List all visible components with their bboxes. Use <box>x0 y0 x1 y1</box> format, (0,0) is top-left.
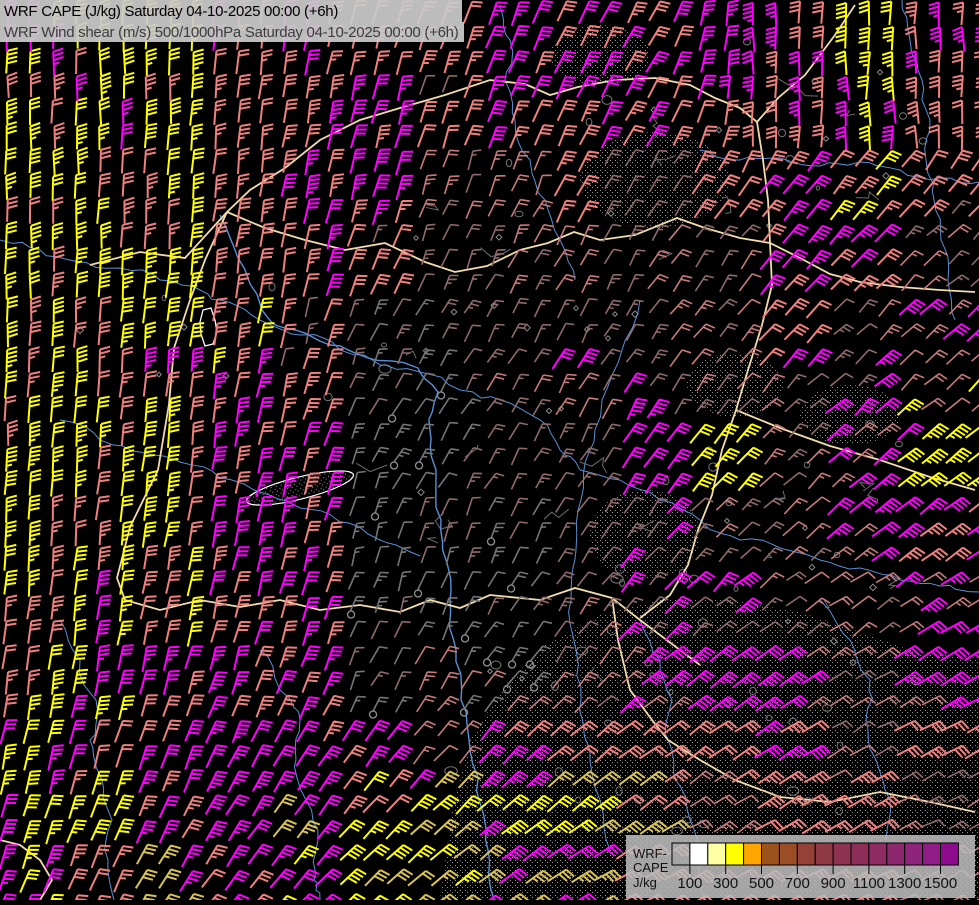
svg-text:700: 700 <box>785 875 810 892</box>
svg-text:WRF CAPE (J/kg) Saturday 04-10: WRF CAPE (J/kg) Saturday 04-10-2025 00:0… <box>4 3 338 20</box>
svg-text:1300: 1300 <box>888 875 921 892</box>
svg-text:WRF-: WRF- <box>633 846 667 861</box>
svg-text:WRF Wind shear (m/s) 500/1000h: WRF Wind shear (m/s) 500/1000hPa Saturda… <box>4 24 459 41</box>
svg-text:1500: 1500 <box>924 875 957 892</box>
svg-text:100: 100 <box>677 875 702 892</box>
svg-text:300: 300 <box>713 875 738 892</box>
svg-text:900: 900 <box>821 875 846 892</box>
svg-text:CAPE: CAPE <box>633 860 669 875</box>
svg-text:500: 500 <box>749 875 774 892</box>
svg-text:J/kg: J/kg <box>633 875 657 890</box>
svg-text:1100: 1100 <box>853 875 885 892</box>
